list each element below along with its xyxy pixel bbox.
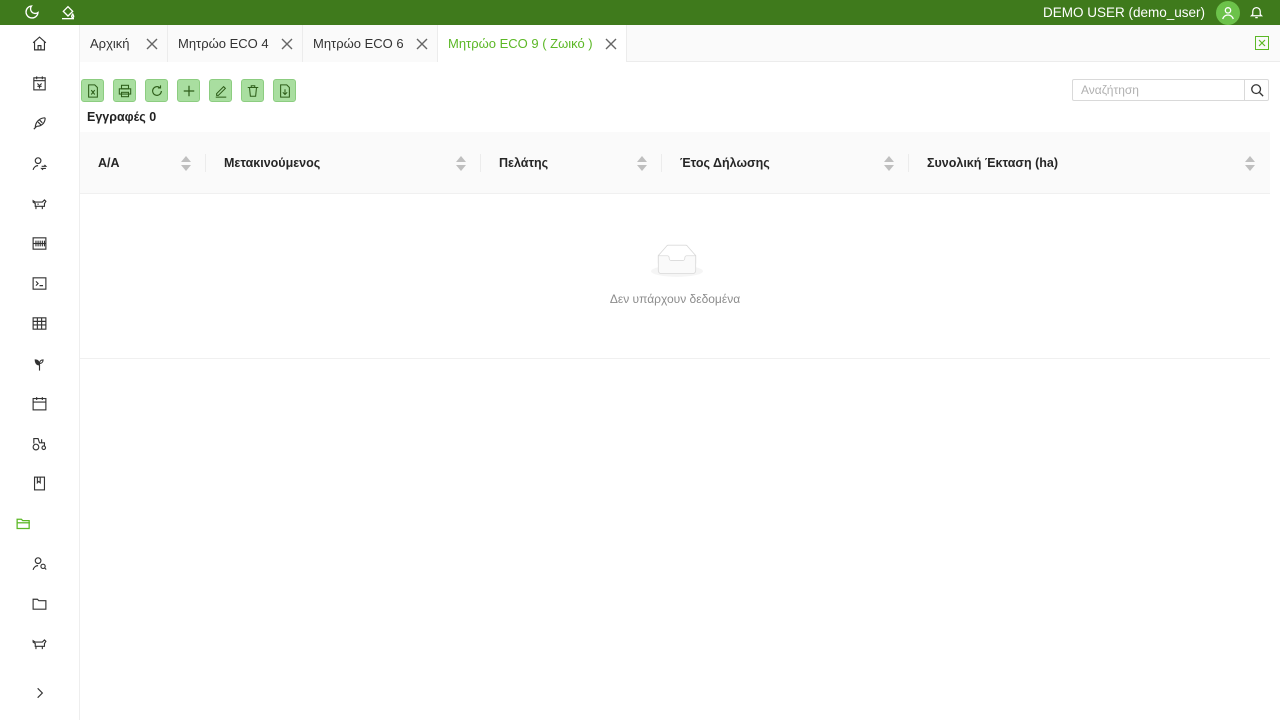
folder-open-icon bbox=[15, 518, 30, 529]
paint-bucket-icon[interactable] bbox=[58, 3, 78, 21]
top-bar: DEMO USER (demo_user) bbox=[0, 0, 1280, 25]
tab-eco9[interactable]: Μητρώο ECO 9 ( Ζωικό ) bbox=[438, 25, 627, 62]
refresh-icon bbox=[151, 84, 162, 96]
plant-icon bbox=[34, 358, 44, 371]
record-count: Εγγραφές 0 bbox=[87, 110, 157, 124]
sidebar-item-user-search[interactable] bbox=[28, 552, 50, 574]
close-icon[interactable] bbox=[415, 37, 429, 51]
tab-label: Αρχική bbox=[90, 36, 130, 51]
table-empty-state: Δεν υπάρχουν δεδομένα bbox=[80, 194, 1270, 359]
sort-icon[interactable] bbox=[636, 152, 648, 174]
user-avatar-icon[interactable] bbox=[1216, 1, 1240, 25]
export-excel-icon bbox=[87, 83, 98, 98]
column-header-mover[interactable]: Μετακινούμενος bbox=[206, 132, 481, 194]
close-icon[interactable] bbox=[280, 37, 294, 51]
tab-eco4[interactable]: Μητρώο ECO 4 bbox=[168, 25, 303, 62]
tab-home[interactable]: Αρχική bbox=[80, 25, 168, 62]
livestock-icon bbox=[32, 198, 47, 209]
close-all-tabs-button[interactable] bbox=[1255, 36, 1269, 50]
export-file-icon bbox=[279, 83, 290, 98]
table-icon bbox=[32, 316, 46, 330]
sidebar-item-table[interactable] bbox=[28, 312, 50, 334]
user-name[interactable]: DEMO USER (demo_user) bbox=[1043, 5, 1205, 20]
home-icon bbox=[32, 35, 46, 50]
add-icon bbox=[183, 85, 194, 96]
column-header-total-area[interactable]: Συνολική Έκταση (ha) bbox=[909, 132, 1270, 194]
sidebar-item-invoices[interactable] bbox=[28, 72, 50, 94]
print-icon bbox=[118, 84, 131, 97]
invoice-icon bbox=[32, 75, 46, 90]
column-label: Συνολική Έκταση (ha) bbox=[927, 156, 1058, 170]
sort-icon[interactable] bbox=[180, 152, 192, 174]
close-icon[interactable] bbox=[145, 37, 159, 51]
close-icon bbox=[1258, 39, 1266, 47]
user-sync-icon bbox=[32, 156, 47, 170]
tab-eco6[interactable]: Μητρώο ECO 6 bbox=[303, 25, 438, 62]
calendar-icon bbox=[32, 396, 46, 410]
delete-button[interactable] bbox=[241, 79, 264, 102]
column-label: Μετακινούμενος bbox=[224, 156, 321, 170]
column-label: Πελάτης bbox=[499, 156, 549, 170]
sort-icon[interactable] bbox=[1244, 152, 1256, 174]
chevron-right-icon bbox=[37, 687, 44, 699]
edit-button[interactable] bbox=[209, 79, 232, 102]
sidebar-item-tractor[interactable] bbox=[28, 432, 50, 454]
search-button[interactable] bbox=[1244, 80, 1268, 100]
delete-icon bbox=[247, 84, 258, 97]
sort-icon[interactable] bbox=[455, 152, 467, 174]
tab-label: Μητρώο ECO 4 bbox=[178, 36, 269, 51]
column-label: Α/Α bbox=[98, 156, 120, 170]
folder-icon bbox=[32, 598, 46, 610]
moon-icon[interactable] bbox=[22, 3, 42, 21]
sidebar-item-calendar[interactable] bbox=[28, 392, 50, 414]
column-header-declaration-year[interactable]: Έτος Δήλωσης bbox=[662, 132, 909, 194]
feather-icon bbox=[32, 116, 46, 130]
search-icon bbox=[1250, 84, 1264, 97]
empty-message: Δεν υπάρχουν δεδομένα bbox=[609, 292, 741, 306]
sidebar-expand-button[interactable] bbox=[30, 683, 50, 703]
sidebar-item-barcode[interactable] bbox=[28, 232, 50, 254]
tab-label: Μητρώο ECO 9 ( Ζωικό ) bbox=[448, 36, 593, 51]
sidebar-item-folder[interactable] bbox=[28, 592, 50, 614]
sidebar-item-files-active[interactable] bbox=[12, 512, 34, 534]
toolbar bbox=[81, 79, 296, 102]
sidebar-item-terminal[interactable] bbox=[28, 272, 50, 294]
export-file-button[interactable] bbox=[273, 79, 296, 102]
sidebar-item-book[interactable] bbox=[28, 472, 50, 494]
sidebar-item-home[interactable] bbox=[28, 32, 50, 54]
empty-inbox-icon bbox=[651, 244, 703, 277]
tab-bar: Αρχική Μητρώο ECO 4 Μητρώο ECO 6 Μητρώο … bbox=[80, 25, 1280, 62]
sidebar-item-livestock[interactable] bbox=[28, 192, 50, 214]
bell-icon[interactable] bbox=[1247, 3, 1265, 21]
sidebar-item-animals[interactable] bbox=[28, 632, 50, 654]
sort-icon[interactable] bbox=[883, 152, 895, 174]
print-button[interactable] bbox=[113, 79, 136, 102]
tractor-icon bbox=[32, 437, 46, 450]
column-header-aa[interactable]: Α/Α bbox=[80, 132, 206, 194]
refresh-button[interactable] bbox=[145, 79, 168, 102]
animal-icon bbox=[32, 638, 47, 649]
tab-label: Μητρώο ECO 6 bbox=[313, 36, 404, 51]
search-box bbox=[1072, 79, 1269, 101]
add-button[interactable] bbox=[177, 79, 200, 102]
close-icon[interactable] bbox=[604, 37, 618, 51]
column-header-client[interactable]: Πελάτης bbox=[481, 132, 662, 194]
table-header: Α/Α Μετακινούμενος Πελάτης Έτος Δήλωσης … bbox=[80, 132, 1270, 194]
edit-icon bbox=[215, 85, 226, 98]
terminal-icon bbox=[32, 276, 46, 290]
data-table: Α/Α Μετακινούμενος Πελάτης Έτος Δήλωσης … bbox=[80, 132, 1270, 359]
book-icon bbox=[33, 476, 45, 490]
barcode-icon bbox=[32, 236, 46, 250]
search-input[interactable] bbox=[1073, 80, 1244, 100]
column-label: Έτος Δήλωσης bbox=[680, 156, 770, 170]
sidebar-item-plants[interactable] bbox=[28, 352, 50, 374]
export-excel-button[interactable] bbox=[81, 79, 104, 102]
sidebar-item-feather[interactable] bbox=[28, 112, 50, 134]
sidebar-item-users[interactable] bbox=[28, 152, 50, 174]
sidebar bbox=[0, 25, 80, 720]
user-search-icon bbox=[32, 556, 47, 570]
